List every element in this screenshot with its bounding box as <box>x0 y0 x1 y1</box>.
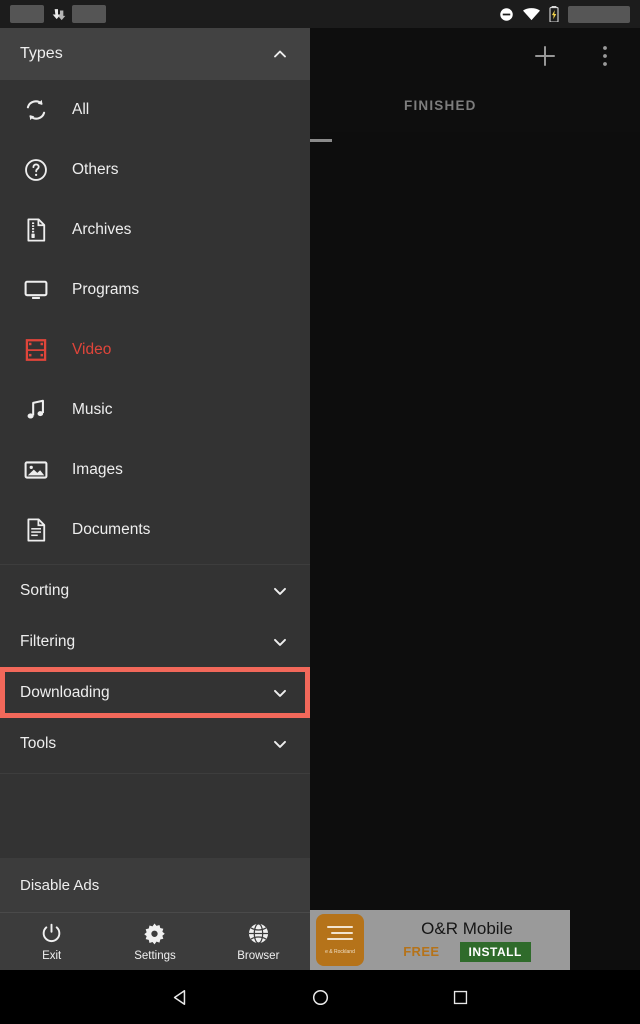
section-downloading-wrapper: Downloading <box>0 667 310 718</box>
bottom-action-label: Browser <box>237 949 280 962</box>
film-icon <box>14 337 58 363</box>
section-label: Filtering <box>20 632 76 650</box>
plus-icon <box>535 46 555 66</box>
nav-recents-button[interactable] <box>440 977 480 1017</box>
question-circle-icon <box>14 157 58 183</box>
ad-action-row: FREE INSTALL <box>403 941 531 962</box>
recents-square-icon <box>453 990 467 1004</box>
archive-zip-icon <box>14 217 58 243</box>
menu-item-documents[interactable]: Documents <box>0 500 310 560</box>
status-clock-placeholder <box>568 5 630 23</box>
menu-item-others[interactable]: Others <box>0 140 310 200</box>
section-tools[interactable]: Tools <box>0 718 310 769</box>
section-sorting-wrapper: Sorting <box>0 565 310 616</box>
sync-icon <box>14 97 58 123</box>
wifi-icon <box>523 7 540 21</box>
do-not-disturb-icon <box>499 7 514 22</box>
menu-item-archives[interactable]: Archives <box>0 200 310 260</box>
section-label: Downloading <box>20 683 110 701</box>
bottom-action-settings[interactable]: Settings <box>103 922 206 962</box>
menu-item-label: Others <box>72 161 119 178</box>
chevron-down-icon <box>270 581 290 601</box>
menu-item-label: Archives <box>72 221 132 238</box>
gear-icon <box>143 922 166 945</box>
download-icon <box>50 6 66 23</box>
section-tools-wrapper: Tools <box>0 718 310 769</box>
ad-icon-caption: e & Rockland <box>325 948 355 955</box>
battery-charging-icon <box>549 6 559 22</box>
section-downloading[interactable]: Downloading <box>0 667 310 718</box>
section-label: Tools <box>20 734 57 752</box>
section-label: Sorting <box>20 581 70 599</box>
bottom-action-browser[interactable]: Browser <box>207 922 310 962</box>
bottom-action-label: Settings <box>134 949 176 962</box>
music-note-icon <box>14 397 58 423</box>
menu-item-label: All <box>72 101 90 118</box>
menu-item-video[interactable]: Video <box>0 320 310 380</box>
tab-indicator <box>310 139 332 142</box>
menu-item-label: Documents <box>72 521 151 538</box>
menu-item-all[interactable]: All <box>0 80 310 140</box>
nav-home-button[interactable] <box>300 977 340 1017</box>
menu-item-label: Music <box>72 401 113 418</box>
menu-item-label: Video <box>72 341 112 358</box>
ad-install-button[interactable]: INSTALL <box>459 941 531 962</box>
bottom-action-label: Exit <box>42 949 62 962</box>
android-nav-bar <box>0 970 640 1024</box>
ad-title: O&R Mobile <box>421 918 513 938</box>
chevron-down-icon <box>270 734 290 754</box>
overflow-menu-button[interactable] <box>588 39 622 73</box>
disable-ads-item[interactable]: Disable Ads <box>0 858 310 912</box>
nav-back-button[interactable] <box>160 977 200 1017</box>
menu-item-label: Images <box>72 461 123 478</box>
more-vertical-icon <box>603 46 607 66</box>
chevron-down-icon <box>270 632 290 652</box>
section-filtering[interactable]: Filtering <box>0 616 310 667</box>
drawer-menu-list: All Others Archives Programs Video Music… <box>0 80 310 858</box>
monitor-icon <box>14 277 58 303</box>
status-bar-left <box>10 5 106 23</box>
ad-logo-glyph <box>327 925 353 946</box>
ad-price-label: FREE <box>403 944 440 959</box>
ad-banner[interactable]: e & Rockland O&R Mobile FREE INSTALL <box>310 910 570 970</box>
types-section-header[interactable]: Types <box>0 28 310 80</box>
menu-item-label: Programs <box>72 281 140 298</box>
navigation-drawer: Types All Others Archives Programs Video… <box>0 28 310 912</box>
chevron-down-icon <box>270 683 290 703</box>
tab-finished[interactable]: FINISHED <box>404 98 477 113</box>
chevron-up-icon <box>270 44 290 64</box>
section-sorting[interactable]: Sorting <box>0 565 310 616</box>
power-icon <box>40 922 63 945</box>
status-bar <box>0 0 640 28</box>
drawer-divider <box>0 773 310 774</box>
menu-item-programs[interactable]: Programs <box>0 260 310 320</box>
document-icon <box>14 517 58 543</box>
status-bar-right <box>499 5 630 23</box>
phone-screen: FINISHED e & Rockland O&R Mobile FREE IN… <box>0 0 640 1024</box>
home-circle-icon <box>312 989 328 1005</box>
bottom-action-exit[interactable]: Exit <box>0 922 103 962</box>
disable-ads-label: Disable Ads <box>20 876 100 894</box>
menu-item-images[interactable]: Images <box>0 440 310 500</box>
add-download-button[interactable] <box>528 39 562 73</box>
menu-item-music[interactable]: Music <box>0 380 310 440</box>
globe-icon <box>247 922 270 945</box>
ad-text-block: O&R Mobile FREE INSTALL <box>364 919 570 962</box>
drawer-bottom-bar: Exit Settings Browser <box>0 912 310 970</box>
section-filtering-wrapper: Filtering <box>0 616 310 667</box>
status-placeholder-block <box>10 5 44 23</box>
status-placeholder-block <box>72 5 106 23</box>
back-triangle-icon <box>173 989 185 1005</box>
types-header-title: Types <box>20 45 63 62</box>
ad-app-icon: e & Rockland <box>316 914 364 966</box>
image-icon <box>14 457 58 483</box>
